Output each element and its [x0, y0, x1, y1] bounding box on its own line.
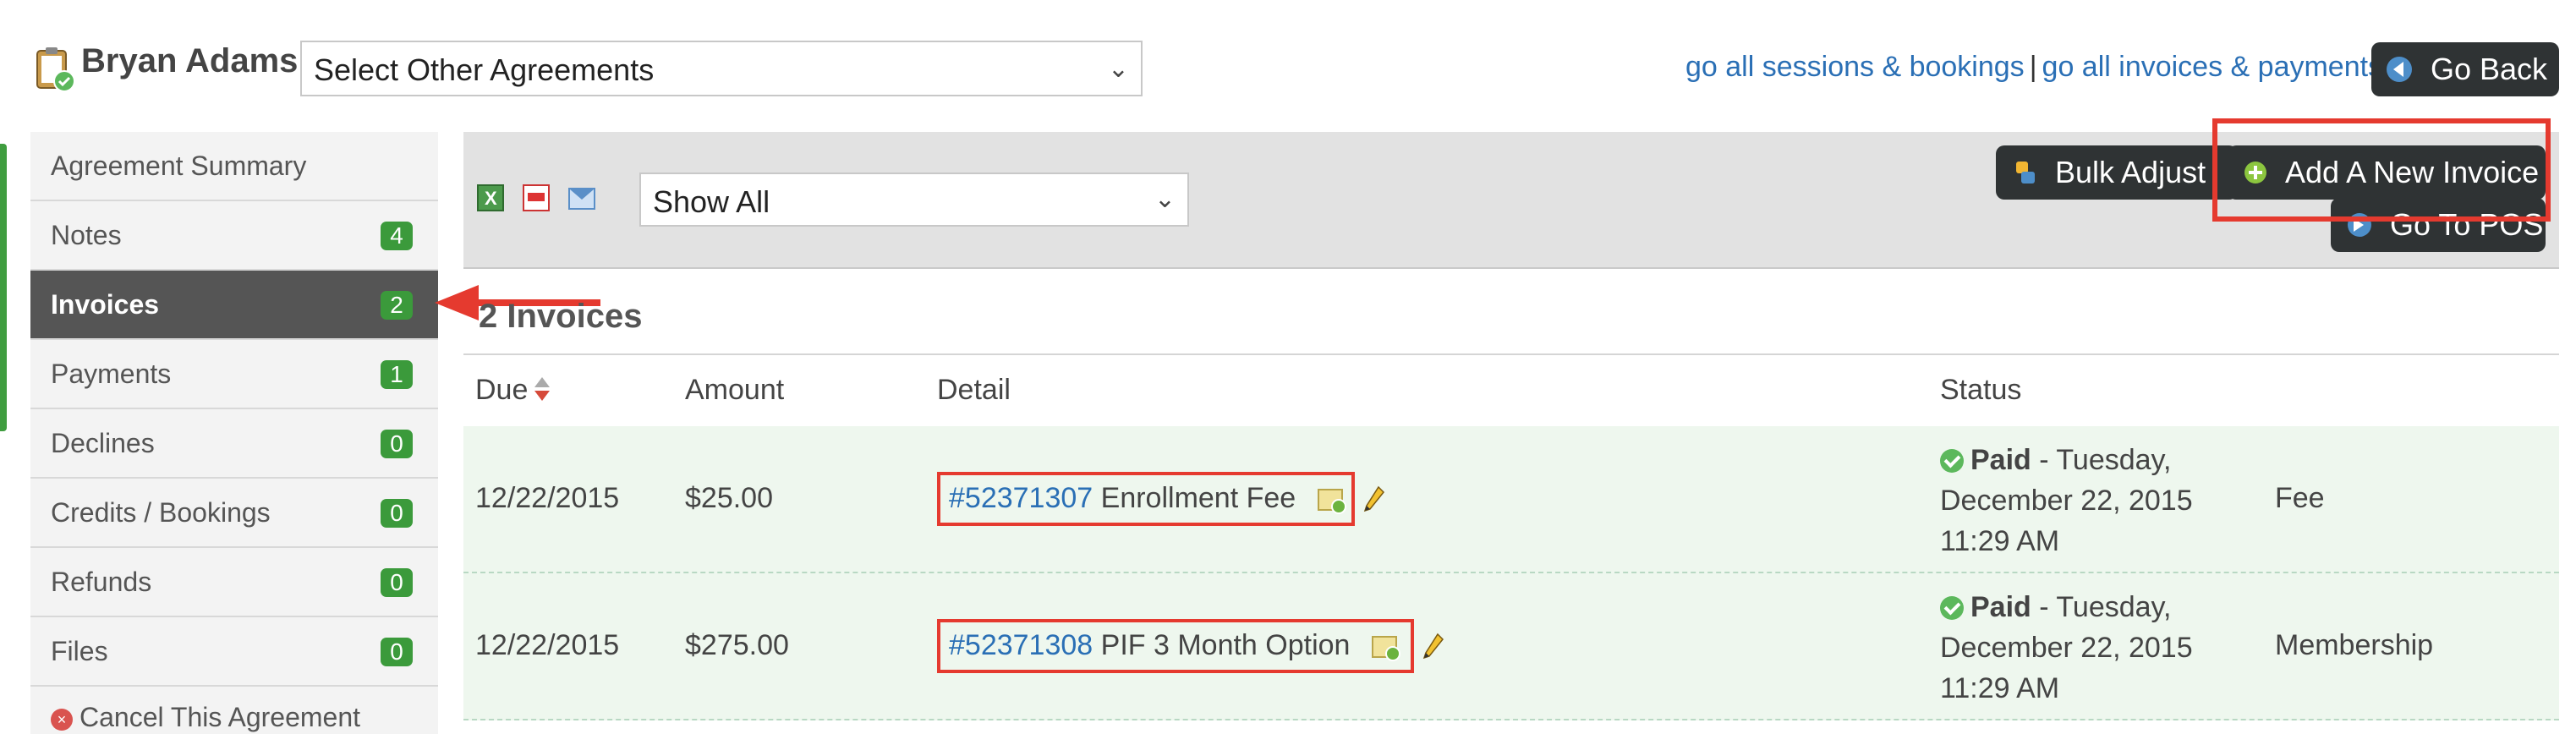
cancel-agreement-link[interactable]: × Cancel This Agreement [30, 687, 438, 734]
agreement-select[interactable]: Select Other Agreements ⌄ [300, 41, 1143, 96]
bulk-adjust-icon [2013, 160, 2038, 185]
active-section-marker [0, 144, 7, 431]
invoice-detail: #52371308 PIF 3 Month Option [937, 619, 1414, 673]
bulk-adjust-button[interactable]: Bulk Adjust [1996, 145, 2238, 200]
invoice-amount: $275.00 [685, 629, 789, 661]
invoice-type: Membership [2275, 629, 2434, 661]
bulk-adjust-label: Bulk Adjust [2055, 155, 2206, 189]
sidebar-item-files[interactable]: Files 0 [30, 617, 438, 687]
go-back-label: Go Back [2431, 52, 2548, 86]
status-time: 11:29 AM [1940, 672, 2060, 704]
sidebar-item-label: Credits / Bookings [51, 497, 271, 528]
status-label: Paid [1970, 591, 2031, 623]
sidebar-item-credits-bookings[interactable]: Credits / Bookings 0 [30, 479, 438, 548]
status-date: December 22, 2015 [1940, 632, 2193, 664]
sidebar-item-agreement-summary[interactable]: Agreement Summary [30, 132, 438, 201]
invoice-count-title: 2 Invoices [479, 298, 643, 335]
column-amount: Amount [685, 374, 785, 406]
export-icons [477, 184, 595, 211]
sidebar-item-label: Payments [51, 359, 172, 389]
arrow-right-icon [2348, 213, 2371, 237]
table-row: 12/22/2015 $25.00 #52371307 Enrollment F… [463, 426, 2559, 573]
sidebar-item-label: Notes [51, 220, 122, 250]
sidebar-item-refunds[interactable]: Refunds 0 [30, 548, 438, 617]
invoice-toolbar: Show All ⌄ Bulk Adjust Go To POS Add A N… [463, 132, 2559, 269]
sidebar-item-label: Declines [51, 428, 155, 458]
paid-check-icon [1940, 449, 1964, 473]
agreement-select-value: Select Other Agreements [314, 52, 655, 87]
invoices-payments-link[interactable]: go all invoices & payments [2042, 51, 2383, 83]
sidebar-item-label: Refunds [51, 567, 152, 597]
table-header: Due Amount Detail Status [463, 355, 2559, 426]
pencil-edit-icon[interactable] [1363, 485, 1385, 512]
clipboard-check-icon [36, 47, 75, 92]
sidebar-item-declines[interactable]: Declines 0 [30, 409, 438, 479]
count-badge: 2 [381, 291, 413, 320]
sidebar-item-label: Invoices [51, 289, 160, 320]
excel-export-icon[interactable] [477, 184, 504, 211]
add-note-icon[interactable] [1371, 636, 1400, 661]
invoice-description: Enrollment Fee [1100, 482, 1296, 514]
invoice-detail: #52371307 Enrollment Fee [937, 472, 1355, 526]
status-label: Paid [1970, 444, 2031, 476]
go-to-pos-label: Go To POS [2390, 207, 2544, 242]
invoice-type: Fee [2275, 482, 2325, 514]
paid-check-icon [1940, 596, 1964, 620]
invoice-number-link[interactable]: #52371307 [949, 482, 1093, 514]
cancel-agreement-label: Cancel This Agreement [79, 702, 361, 732]
sidebar: Agreement Summary Notes 4 Invoices 2 Pay… [30, 132, 438, 734]
invoice-status: Paid - Tuesday, December 22, 2015 11:29 … [1940, 440, 2244, 561]
add-new-invoice-button[interactable]: Add A New Invoice [2228, 145, 2546, 200]
column-due[interactable]: Due [475, 374, 551, 407]
email-icon[interactable] [568, 188, 595, 210]
invoice-status: Paid - Tuesday, December 22, 2015 11:29 … [1940, 587, 2244, 709]
sidebar-item-invoices[interactable]: Invoices 2 [30, 271, 438, 340]
invoice-description: PIF 3 Month Option [1100, 629, 1351, 661]
link-separator: | [2029, 51, 2037, 83]
chevron-down-icon: ⌄ [1154, 185, 1176, 213]
go-back-button[interactable]: Go Back [2371, 42, 2559, 96]
due-date: 12/22/2015 [475, 482, 620, 514]
count-badge: 0 [381, 430, 413, 458]
count-badge: 0 [381, 568, 413, 597]
status-time: 11:29 AM [1940, 525, 2060, 557]
back-arrow-icon [2387, 57, 2412, 82]
invoice-number-link[interactable]: #52371308 [949, 629, 1093, 661]
sidebar-item-notes[interactable]: Notes 4 [30, 201, 438, 271]
column-status: Status [1940, 374, 2022, 406]
count-badge: 4 [381, 222, 413, 250]
filter-select-value: Show All [653, 184, 770, 219]
client-name: Bryan Adams [81, 42, 299, 79]
sidebar-item-label: Agreement Summary [51, 151, 307, 181]
status-date: December 22, 2015 [1940, 485, 2193, 517]
column-detail: Detail [937, 374, 1011, 406]
page-header: Bryan Adams Select Other Agreements ⌄ go… [0, 0, 2576, 135]
count-badge: 0 [381, 499, 413, 528]
count-badge: 1 [381, 360, 413, 389]
plus-icon [2244, 162, 2266, 184]
add-invoice-label: Add A New Invoice [2285, 155, 2540, 189]
sidebar-item-payments[interactable]: Payments 1 [30, 340, 438, 409]
sidebar-item-label: Files [51, 636, 108, 666]
column-due-label: Due [475, 374, 529, 406]
top-links: go all sessions & bookings | go all invoic… [1685, 51, 2382, 84]
sessions-bookings-link[interactable]: go all sessions & bookings [1685, 51, 2025, 83]
chevron-down-icon: ⌄ [1107, 55, 1129, 83]
invoice-filter-select[interactable]: Show All ⌄ [639, 173, 1189, 227]
status-day: - Tuesday, [2031, 444, 2172, 476]
pdf-export-icon[interactable] [523, 184, 550, 211]
pencil-edit-icon[interactable] [1422, 633, 1444, 660]
table-row: 12/22/2015 $275.00 #52371308 PIF 3 Month… [463, 573, 2559, 720]
sort-icon[interactable] [533, 377, 551, 403]
cancel-x-icon: × [51, 709, 73, 731]
status-day: - Tuesday, [2031, 591, 2172, 623]
go-to-pos-button[interactable]: Go To POS [2331, 198, 2546, 252]
due-date: 12/22/2015 [475, 629, 620, 661]
invoice-amount: $25.00 [685, 482, 773, 514]
count-badge: 0 [381, 638, 413, 666]
add-note-icon[interactable] [1317, 489, 1346, 514]
